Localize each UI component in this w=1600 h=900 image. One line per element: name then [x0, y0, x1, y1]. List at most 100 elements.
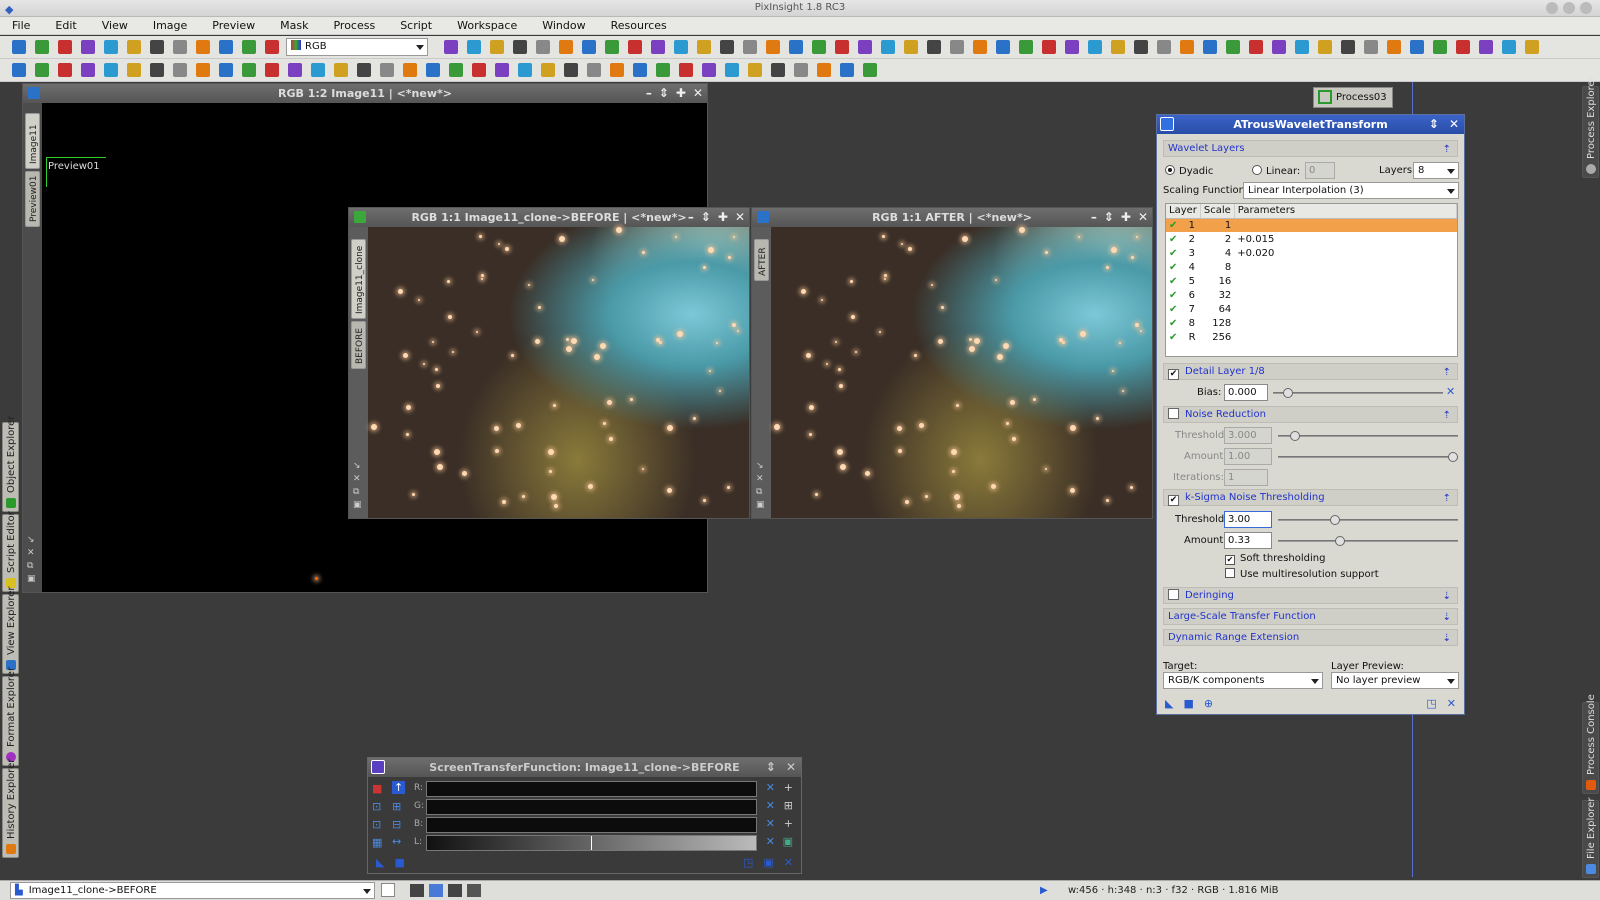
- table-row[interactable]: ✔ 2 2 +0.015: [1166, 232, 1457, 246]
- toolbar-tool-icon[interactable]: [582, 40, 596, 54]
- ks-amount-slider[interactable]: [1278, 536, 1458, 546]
- ks-threshold-slider[interactable]: [1278, 515, 1458, 525]
- toolbar-tool-icon[interactable]: [1387, 40, 1401, 54]
- bias-field[interactable]: 0.000: [1224, 384, 1268, 401]
- dock-tab-object-explorer[interactable]: Object Explorer: [2, 416, 19, 512]
- stf-histogram-b[interactable]: [426, 817, 757, 833]
- toolbar-tool-icon[interactable]: [495, 63, 509, 77]
- toolbar-tool-icon[interactable]: [651, 40, 665, 54]
- scaling-function-combo[interactable]: Linear Interpolation (3): [1243, 182, 1459, 199]
- toolbar-tool-icon[interactable]: [605, 40, 619, 54]
- toolbar-tool-icon[interactable]: [104, 40, 118, 54]
- toolbar-tool-icon[interactable]: [628, 40, 642, 54]
- tab-after[interactable]: AFTER: [754, 239, 769, 281]
- bias-slider[interactable]: [1273, 388, 1443, 398]
- check-icon[interactable]: ✔: [1169, 276, 1177, 287]
- close-icon[interactable]: ✕: [786, 758, 796, 777]
- toolbar-tool-icon[interactable]: [743, 40, 757, 54]
- ks-amount-field[interactable]: 0.33: [1224, 532, 1272, 549]
- section-deringing[interactable]: Deringing ⇣: [1163, 587, 1458, 604]
- zoom-in-icon[interactable]: ⊞: [392, 800, 401, 813]
- toolbar-tool-icon[interactable]: [748, 63, 762, 77]
- section-lstf[interactable]: Large-Scale Transfer Function ⇣: [1163, 608, 1458, 625]
- toolbar-tool-icon[interactable]: [513, 40, 527, 54]
- edit-icon[interactable]: +: [784, 781, 793, 794]
- close-icon[interactable]: ✕: [693, 84, 703, 103]
- toolbar-tool-icon[interactable]: [242, 40, 256, 54]
- menu-view[interactable]: View: [95, 19, 135, 32]
- window-header[interactable]: RGB 1:1 AFTER | <*new*> – ⇕ ✚ ✕: [752, 208, 1152, 227]
- dock-tab-process-explorer[interactable]: Process Explorer: [1582, 76, 1599, 178]
- image-window-after[interactable]: RGB 1:1 AFTER | <*new*> – ⇕ ✚ ✕ AFTER ↘ ✕ ⧉ ▣: [751, 207, 1153, 519]
- restore-icon[interactable]: [1563, 2, 1575, 14]
- edit-icon[interactable]: +: [784, 817, 793, 830]
- auto-stretch-icon[interactable]: ↑: [392, 781, 406, 794]
- table-row[interactable]: ✔ 11: [1166, 218, 1457, 232]
- toolbar-tool-icon[interactable]: [1433, 40, 1447, 54]
- toolbar-tool-icon[interactable]: [1065, 40, 1079, 54]
- toolbar-tool-icon[interactable]: [150, 63, 164, 77]
- toolbar-tool-icon[interactable]: [1410, 40, 1424, 54]
- shade-icon[interactable]: –: [1091, 208, 1097, 227]
- toolbar-tool-icon[interactable]: [242, 63, 256, 77]
- edit-icon[interactable]: ⊞: [784, 799, 793, 812]
- toolbar-tool-icon[interactable]: [725, 63, 739, 77]
- track-view-icon[interactable]: ▣: [763, 856, 773, 869]
- toolbar-tool-icon[interactable]: [881, 40, 895, 54]
- toolbar-tool-icon[interactable]: [541, 63, 555, 77]
- tab-before[interactable]: BEFORE: [351, 321, 366, 369]
- documentation-icon[interactable]: ◳: [1426, 697, 1436, 710]
- toolbar-tool-icon[interactable]: [12, 40, 26, 54]
- tab-preview01[interactable]: Preview01: [25, 171, 40, 227]
- toolbar-tool-icon[interactable]: [334, 63, 348, 77]
- nr-amount-slider[interactable]: [1278, 452, 1458, 462]
- toolbar-tool-icon[interactable]: [1295, 40, 1309, 54]
- apply-icon[interactable]: ■: [394, 856, 404, 869]
- rgb-channel-combo[interactable]: RGB: [286, 38, 428, 56]
- toolbar-tool-icon[interactable]: [1019, 40, 1033, 54]
- section-dre[interactable]: Dynamic Range Extension ⇣: [1163, 629, 1458, 646]
- toolbar-tool-icon[interactable]: [196, 40, 210, 54]
- reset-icon[interactable]: ✕: [766, 835, 775, 848]
- toolbar-tool-icon[interactable]: [472, 63, 486, 77]
- table-row[interactable]: ✔ 5 16: [1166, 274, 1457, 288]
- apply-icon[interactable]: ■: [1183, 697, 1193, 710]
- toolbar-tool-icon[interactable]: [81, 63, 95, 77]
- rgb-link-icon[interactable]: ■: [372, 782, 382, 795]
- table-row[interactable]: ✔ 8 128: [1166, 316, 1457, 330]
- menu-process[interactable]: Process: [326, 19, 382, 32]
- toolbar-tool-icon[interactable]: [265, 63, 279, 77]
- image-canvas[interactable]: [368, 227, 749, 518]
- toolbar-tool-icon[interactable]: [81, 40, 95, 54]
- layers-combo[interactable]: 8: [1413, 162, 1459, 179]
- zoom-fit-icon[interactable]: ⊡: [372, 818, 381, 831]
- check-icon[interactable]: ✔: [1169, 332, 1177, 343]
- toolbar-tool-icon[interactable]: [559, 40, 573, 54]
- toolbar-tool-icon[interactable]: [1111, 40, 1125, 54]
- toolbar-tool-icon[interactable]: [633, 63, 647, 77]
- toolbar-tool-icon[interactable]: [1318, 40, 1332, 54]
- slider-knob[interactable]: [1283, 388, 1293, 398]
- multires-checkbox[interactable]: Use multiresolution support: [1225, 568, 1379, 580]
- new-instance-icon[interactable]: ◣: [1165, 697, 1173, 710]
- dock-tab-history-explorer[interactable]: History Explorer: [2, 759, 19, 858]
- shade-icon[interactable]: ⇕: [766, 758, 776, 777]
- column-header[interactable]: Layer: [1166, 204, 1201, 219]
- toolbar-tool-icon[interactable]: [173, 40, 187, 54]
- toolbar-tool-icon[interactable]: [449, 63, 463, 77]
- slider-knob[interactable]: [1330, 515, 1340, 525]
- table-row[interactable]: ✔ 3 4 +0.020: [1166, 246, 1457, 260]
- toolbar-tool-icon[interactable]: [863, 63, 877, 77]
- check-icon[interactable]: ✔: [1169, 234, 1177, 245]
- toolbar-tool-icon[interactable]: [444, 40, 458, 54]
- menu-window[interactable]: Window: [535, 19, 592, 32]
- maximize-icon[interactable]: ⇕: [1104, 208, 1114, 227]
- preview-rect[interactable]: [46, 157, 106, 158]
- toolbar-tool-icon[interactable]: [679, 63, 693, 77]
- toolbar-tool-icon[interactable]: [219, 63, 233, 77]
- toolbar-tool-icon[interactable]: [835, 40, 849, 54]
- stf-mode-icon[interactable]: [448, 884, 462, 897]
- toolbar-tool-icon[interactable]: [467, 40, 481, 54]
- slider-knob[interactable]: [1448, 452, 1458, 462]
- toolbar-tool-icon[interactable]: [1088, 40, 1102, 54]
